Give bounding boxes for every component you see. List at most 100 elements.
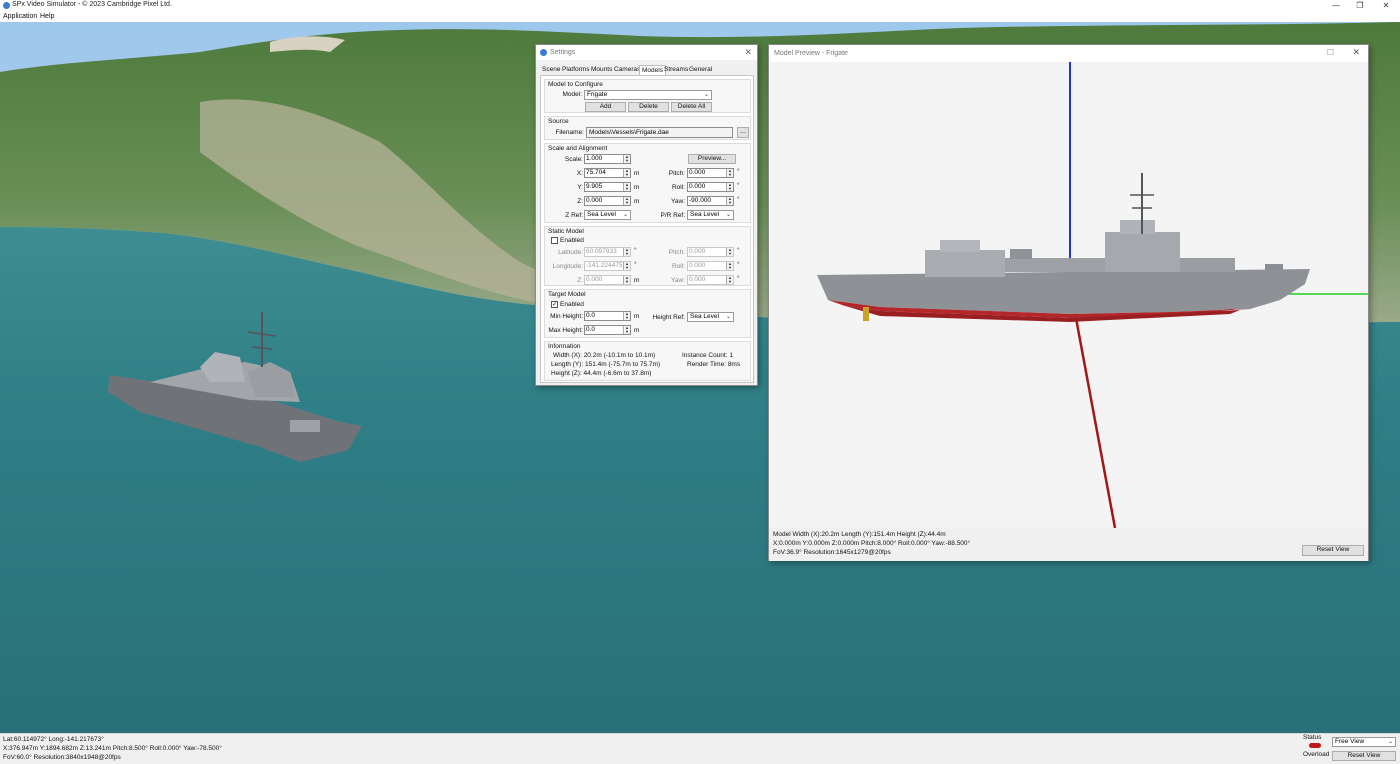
menu-application[interactable]: Application bbox=[3, 13, 37, 20]
static-model-title: Static Model bbox=[548, 228, 584, 235]
settings-window: Settings ✕ Scene Platforms Mounts Camera… bbox=[535, 44, 758, 386]
restore-button[interactable]: ❐ bbox=[1349, 0, 1371, 11]
tab-scene[interactable]: Scene bbox=[542, 65, 560, 75]
chevron-down-icon: ⌄ bbox=[726, 211, 731, 219]
spin-arrows-icon[interactable]: ▲▼ bbox=[726, 248, 733, 256]
x-axis-line bbox=[1073, 302, 1115, 528]
min-height-unit: m bbox=[634, 313, 639, 320]
roll-value: 0.000 bbox=[689, 183, 705, 190]
preview-button[interactable]: Preview... bbox=[688, 154, 736, 164]
prref-value: Sea Level bbox=[690, 211, 719, 218]
title-bar: SPx Video Simulator - © 2023 Cambridge P… bbox=[0, 0, 1400, 11]
spin-arrows-icon[interactable]: ▲▼ bbox=[623, 326, 630, 334]
z-label: Z: bbox=[548, 198, 583, 205]
preview-close-icon[interactable]: ✕ bbox=[1352, 47, 1360, 58]
pitch-value: 0.000 bbox=[689, 169, 705, 176]
model-to-configure-group: Model to Configure Model: Frigate ⌄ Add … bbox=[544, 79, 751, 113]
tab-streams[interactable]: Streams bbox=[664, 65, 688, 75]
longitude-label: Longitude: bbox=[548, 263, 583, 270]
spin-arrows-icon[interactable]: ▲▼ bbox=[726, 169, 733, 177]
target-model-title: Target Model bbox=[548, 291, 586, 298]
scale-alignment-title: Scale and Alignment bbox=[548, 145, 607, 152]
browse-button[interactable]: ... bbox=[737, 127, 749, 138]
x-label: X: bbox=[548, 170, 583, 177]
latitude-spinbox[interactable]: 60.097933▲▼ bbox=[584, 247, 631, 257]
y-unit: m bbox=[634, 184, 639, 191]
spin-arrows-icon[interactable]: ▲▼ bbox=[623, 262, 630, 270]
yaw-unit: ° bbox=[737, 196, 740, 203]
preview-title: Model Preview - Frigate bbox=[774, 50, 848, 57]
view-mode-select[interactable]: Free View ⌄ bbox=[1332, 737, 1396, 747]
spin-arrows-icon[interactable]: ▲▼ bbox=[726, 262, 733, 270]
static-enabled-checkbox[interactable] bbox=[551, 237, 558, 244]
scale-spinbox[interactable]: 1.000▲▼ bbox=[584, 154, 631, 164]
spin-arrows-icon[interactable]: ▲▼ bbox=[623, 155, 630, 163]
static-roll-spinbox[interactable]: 0.000▲▼ bbox=[687, 261, 734, 271]
tab-models[interactable]: Models bbox=[639, 65, 666, 75]
settings-title: Settings bbox=[550, 49, 575, 56]
add-model-button[interactable]: Add bbox=[585, 102, 626, 112]
delete-model-button[interactable]: Delete bbox=[628, 102, 669, 112]
delete-all-models-button[interactable]: Delete All bbox=[671, 102, 712, 112]
longitude-spinbox[interactable]: -141.224475▲▼ bbox=[584, 261, 631, 271]
tab-cameras[interactable]: Cameras bbox=[614, 65, 640, 75]
filename-field[interactable]: Models\Vessels\Frigate.dae bbox=[586, 127, 733, 138]
spin-arrows-icon[interactable]: ▲▼ bbox=[726, 276, 733, 284]
maximize-icon[interactable]: ☐ bbox=[1327, 48, 1334, 57]
x-spinbox[interactable]: 75.704▲▼ bbox=[584, 168, 631, 178]
tab-general[interactable]: General bbox=[689, 65, 712, 75]
preview-info-line1: Model Width (X):20.2m Length (Y):151.4m … bbox=[773, 531, 946, 538]
spin-arrows-icon[interactable]: ▲▼ bbox=[623, 312, 630, 320]
static-z-spinbox[interactable]: 0.000▲▼ bbox=[584, 275, 631, 285]
menu-help[interactable]: Help bbox=[40, 13, 54, 20]
chevron-down-icon: ⌄ bbox=[1388, 738, 1393, 746]
status-bar: Lat:60.114972° Long:-141.217673° X:376.9… bbox=[0, 733, 1400, 764]
spin-arrows-icon[interactable]: ▲▼ bbox=[726, 197, 733, 205]
max-height-value: 0.0 bbox=[586, 326, 595, 333]
info-instance-count: Instance Count: 1 bbox=[682, 352, 733, 359]
height-ref-select[interactable]: Sea Level⌄ bbox=[687, 312, 734, 322]
z-value: 0.000 bbox=[586, 197, 602, 204]
spin-arrows-icon[interactable]: ▲▼ bbox=[623, 276, 630, 284]
overload-indicator bbox=[1309, 743, 1321, 748]
minimize-button[interactable]: — bbox=[1325, 0, 1347, 11]
spin-arrows-icon[interactable]: ▲▼ bbox=[726, 183, 733, 191]
pitch-spinbox[interactable]: 0.000 ▲▼ bbox=[687, 168, 734, 178]
spin-arrows-icon[interactable]: ▲▼ bbox=[623, 183, 630, 191]
preview-title-bar[interactable]: Model Preview - Frigate ☐ ✕ bbox=[769, 45, 1368, 62]
settings-title-bar[interactable]: Settings ✕ bbox=[536, 45, 757, 60]
reset-view-button[interactable]: Reset View bbox=[1332, 751, 1396, 761]
roll-unit: ° bbox=[737, 182, 740, 189]
latitude-unit: ° bbox=[634, 247, 637, 254]
tab-platforms[interactable]: Platforms bbox=[562, 65, 589, 75]
model-select-value: Frigate bbox=[587, 91, 607, 98]
filename-label: Filename: bbox=[548, 129, 584, 136]
roll-spinbox[interactable]: 0.000 ▲▼ bbox=[687, 182, 734, 192]
max-height-label: Max Height: bbox=[548, 327, 583, 334]
model-select[interactable]: Frigate ⌄ bbox=[584, 90, 712, 100]
longitude-value: -141.224475 bbox=[586, 262, 623, 269]
static-yaw-spinbox[interactable]: 0.000▲▼ bbox=[687, 275, 734, 285]
info-render-time: Render Time: 8ms bbox=[687, 361, 740, 368]
yaw-spinbox[interactable]: -90.000▲▼ bbox=[687, 196, 734, 206]
min-height-spinbox[interactable]: 0.0▲▼ bbox=[584, 311, 631, 321]
prref-select[interactable]: Sea Level ⌄ bbox=[687, 210, 734, 220]
y-label: Y: bbox=[548, 184, 583, 191]
zref-select[interactable]: Sea Level⌄ bbox=[584, 210, 631, 220]
spin-arrows-icon[interactable]: ▲▼ bbox=[623, 248, 630, 256]
spin-arrows-icon[interactable]: ▲▼ bbox=[623, 197, 630, 205]
static-pitch-spinbox[interactable]: 0.000 ▲▼ bbox=[687, 247, 734, 257]
preview-reset-view-button[interactable]: Reset View bbox=[1302, 545, 1364, 556]
app-title: SPx Video Simulator - © 2023 Cambridge P… bbox=[12, 1, 172, 8]
close-button[interactable]: ✕ bbox=[1375, 0, 1397, 11]
preview-viewport[interactable] bbox=[770, 62, 1368, 528]
tab-mounts[interactable]: Mounts bbox=[591, 65, 612, 75]
spin-arrows-icon[interactable]: ▲▼ bbox=[623, 169, 630, 177]
static-pitch-value: 0.000 bbox=[689, 248, 705, 255]
y-spinbox[interactable]: 9.905▲▼ bbox=[584, 182, 631, 192]
z-spinbox[interactable]: 0.000 ▲▼ bbox=[584, 196, 631, 206]
target-enabled-checkbox[interactable]: ✓ bbox=[551, 301, 558, 308]
settings-close-icon[interactable]: ✕ bbox=[744, 47, 752, 58]
model-label: Model: bbox=[548, 91, 582, 98]
max-height-spinbox[interactable]: 0.0 ▲▼ bbox=[584, 325, 631, 335]
